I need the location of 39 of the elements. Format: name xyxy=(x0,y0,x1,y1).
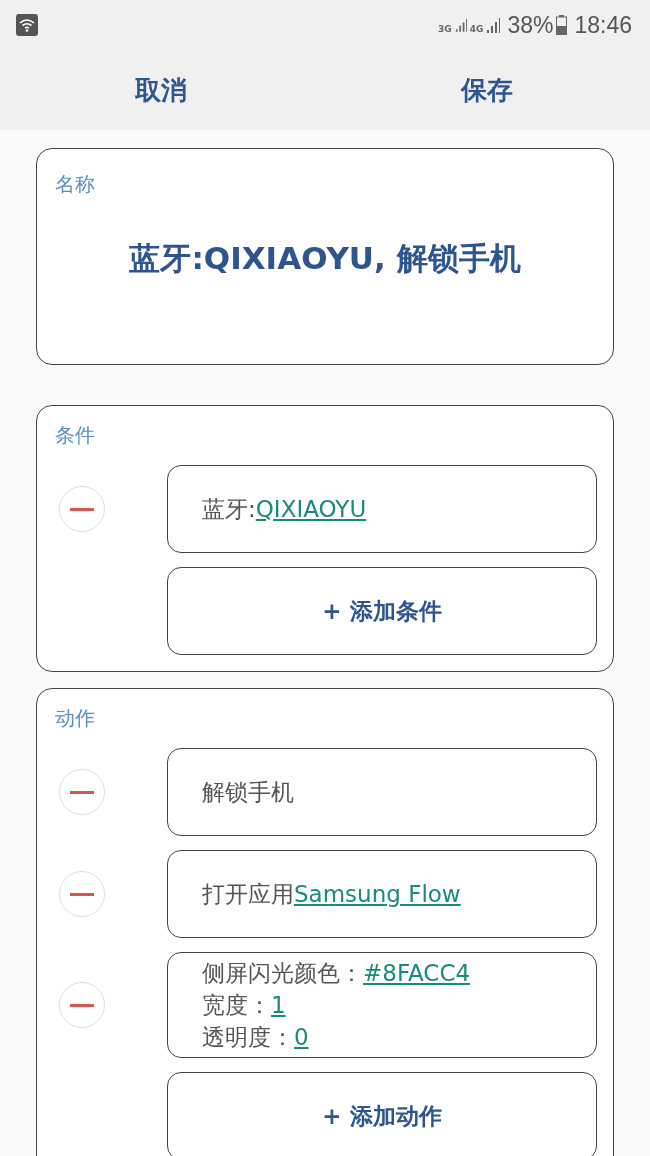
value-link[interactable]: #8FACC4 xyxy=(363,960,471,986)
item-text: 解锁手机 xyxy=(202,779,294,805)
signal-icon xyxy=(454,16,467,34)
item-text: 透明度： xyxy=(202,1024,294,1050)
remove-button[interactable] xyxy=(59,486,105,532)
remove-button[interactable] xyxy=(59,769,105,815)
battery-icon xyxy=(556,15,568,35)
save-button[interactable]: 保存 xyxy=(324,50,650,130)
rule-name[interactable]: 蓝牙:QIXIAOYU, 解锁手机 xyxy=(129,238,521,280)
clock-time: 18:46 xyxy=(574,11,632,39)
add-button[interactable]: + 添加条件 xyxy=(167,567,597,655)
item-box[interactable]: 蓝牙:QIXIAOYU xyxy=(167,465,597,553)
value-link[interactable]: Samsung Flow xyxy=(294,881,461,907)
minus-icon xyxy=(70,1003,94,1007)
section-label: 名称 xyxy=(55,171,95,198)
item-box[interactable]: 打开应用Samsung Flow xyxy=(167,850,597,938)
battery-percent: 38% xyxy=(507,11,554,39)
minus-icon xyxy=(70,507,94,511)
item-text: 打开应用 xyxy=(202,881,294,907)
section-label: 条件 xyxy=(55,423,95,447)
minus-icon xyxy=(70,790,94,794)
signal-icon xyxy=(486,16,501,34)
value-link[interactable]: 0 xyxy=(294,1024,309,1050)
network-label: 3G xyxy=(438,23,452,34)
item-text: 侧屏闪光颜色： xyxy=(202,960,363,986)
remove-button[interactable] xyxy=(59,871,105,917)
value-link[interactable]: QIXIAOYU xyxy=(255,496,367,522)
item-box[interactable]: 解锁手机 xyxy=(167,748,597,836)
item-box[interactable]: 侧屏闪光颜色：#8FACC4 宽度：1 透明度：0 xyxy=(167,952,597,1058)
wifi-icon xyxy=(16,14,38,36)
item-text: 蓝牙: xyxy=(202,496,256,522)
section-label: 动作 xyxy=(55,706,95,730)
add-button[interactable]: + 添加动作 xyxy=(167,1072,597,1156)
network-label: 4G xyxy=(469,23,484,34)
minus-icon xyxy=(70,892,94,896)
value-link[interactable]: 1 xyxy=(271,992,286,1018)
item-text: 宽度： xyxy=(202,992,271,1018)
cancel-button[interactable]: 取消 xyxy=(0,50,324,130)
remove-button[interactable] xyxy=(59,982,105,1028)
